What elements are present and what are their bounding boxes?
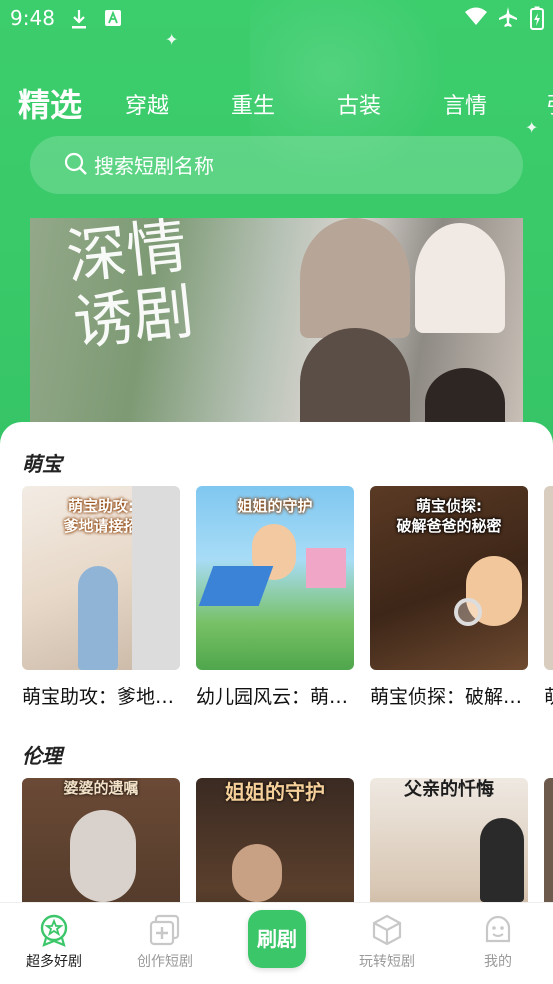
section-title-cute-baby: 萌宝 [22,452,62,476]
thumbnail-figure [78,566,118,670]
plus-square-icon [149,914,180,946]
nav-label: 玩转短剧 [359,954,415,970]
thumbnail-title: 父亲的忏悔 [404,779,494,800]
featured-banner[interactable]: 深情诱剧 [30,218,523,430]
wifi-icon [465,7,487,25]
thumbnail-title: 婆婆的遗嘱 [63,779,139,797]
battery-charging-icon [530,6,544,30]
tab-time-travel[interactable]: 穿越 [125,88,169,120]
drama-title: 萌 [544,682,553,709]
search-input[interactable]: 搜索短剧名称 [94,150,214,179]
banner-person [425,368,505,430]
section-row-cute-baby: 萌宝助攻: 爹地请接招 萌宝助攻：爹地… 姐姐的守护 幼儿园风云：萌… 萌宝侦探… [22,486,553,726]
drama-card[interactable]: 萌 [544,486,553,709]
cube-icon [372,914,402,946]
drama-thumbnail[interactable] [544,778,553,902]
nav-item-create-drama[interactable]: 创作短剧 [115,913,215,971]
status-time: 9:48 [10,6,55,30]
magnifier-icon [454,598,482,626]
drama-card[interactable]: 姐姐的守护 幼儿园风云：萌… [196,486,354,709]
search-bar[interactable]: 搜索短剧名称 [30,136,523,194]
drama-title: 幼儿园风云：萌… [196,686,349,708]
drama-thumbnail[interactable]: 婆婆的遗嘱 [22,778,180,902]
thumbnail-title: 萌宝侦探: 破解爸爸的秘密 [396,497,502,535]
banner-person [415,223,505,333]
drama-thumbnail[interactable]: 萌宝助攻: 爹地请接招 [22,486,180,670]
nav-item-me[interactable]: 我的 [448,913,548,971]
thumbnail-figure [70,810,136,902]
banner-person [300,218,410,338]
category-tabs: 精选 穿越 重生 古装 言情 引 [0,78,553,124]
tab-featured[interactable]: 精选 [18,80,82,126]
thumbnail-title: 姐姐的守护 [237,497,313,515]
drama-thumbnail[interactable] [544,486,553,670]
drama-thumbnail[interactable]: 父亲的忏悔 [370,778,528,902]
nav-label: 创作短剧 [137,954,193,970]
tab-rebirth[interactable]: 重生 [231,88,275,120]
star-badge-icon [40,914,68,947]
thumbnail-figure [132,486,180,670]
app-store-icon [105,10,121,26]
watch-drama-button[interactable]: 刷剧 [248,910,306,968]
drama-title: 萌宝助攻：爹地… [22,686,175,708]
banner-person [300,328,410,430]
section-row-ethics: 婆婆的遗嘱 姐姐的守护 父亲的忏悔 [22,778,553,902]
thumbnail-house [306,548,346,588]
section-title-ethics: 伦理 [22,744,62,768]
content-panel: 萌宝 萌宝助攻: 爹地请接招 萌宝助攻：爹地… 姐姐的守护 幼儿园风云：萌… 萌… [0,422,553,902]
tab-more[interactable]: 引 [546,88,553,120]
thumbnail-figure [480,818,524,902]
download-icon [72,10,86,29]
tab-romance[interactable]: 言情 [443,88,487,120]
status-bar: 9:48 [0,0,553,38]
drama-card[interactable]: 姐姐的守护 [196,778,354,902]
drama-card[interactable]: 婆婆的遗嘱 [22,778,180,902]
drama-title: 萌宝侦探：破解… [370,686,523,708]
thumbnail-figure [232,844,282,902]
search-icon [64,152,87,175]
drama-card[interactable]: 萌宝侦探: 破解爸爸的秘密 萌宝侦探：破解… [370,486,528,709]
nav-item-play-drama[interactable]: 玩转短剧 [337,913,437,971]
drama-card[interactable] [544,778,553,902]
tab-costume[interactable]: 古装 [337,88,381,120]
banner-title: 深情诱剧 [63,218,197,359]
airplane-mode-icon [499,7,517,27]
drama-thumbnail[interactable]: 姐姐的守护 [196,486,354,670]
drama-card[interactable]: 父亲的忏悔 [370,778,528,902]
drama-thumbnail[interactable]: 姐姐的守护 [196,778,354,902]
nav-label: 超多好剧 [26,954,82,970]
drama-thumbnail[interactable]: 萌宝侦探: 破解爸爸的秘密 [370,486,528,670]
smiley-icon [485,915,511,943]
nav-item-featured-dramas[interactable]: 超多好剧 [4,913,104,971]
thumbnail-slide [198,566,274,606]
thumbnail-title: 姐姐的守护 [225,780,325,804]
nav-label: 我的 [484,954,512,970]
drama-card[interactable]: 萌宝助攻: 爹地请接招 萌宝助攻：爹地… [22,486,180,709]
